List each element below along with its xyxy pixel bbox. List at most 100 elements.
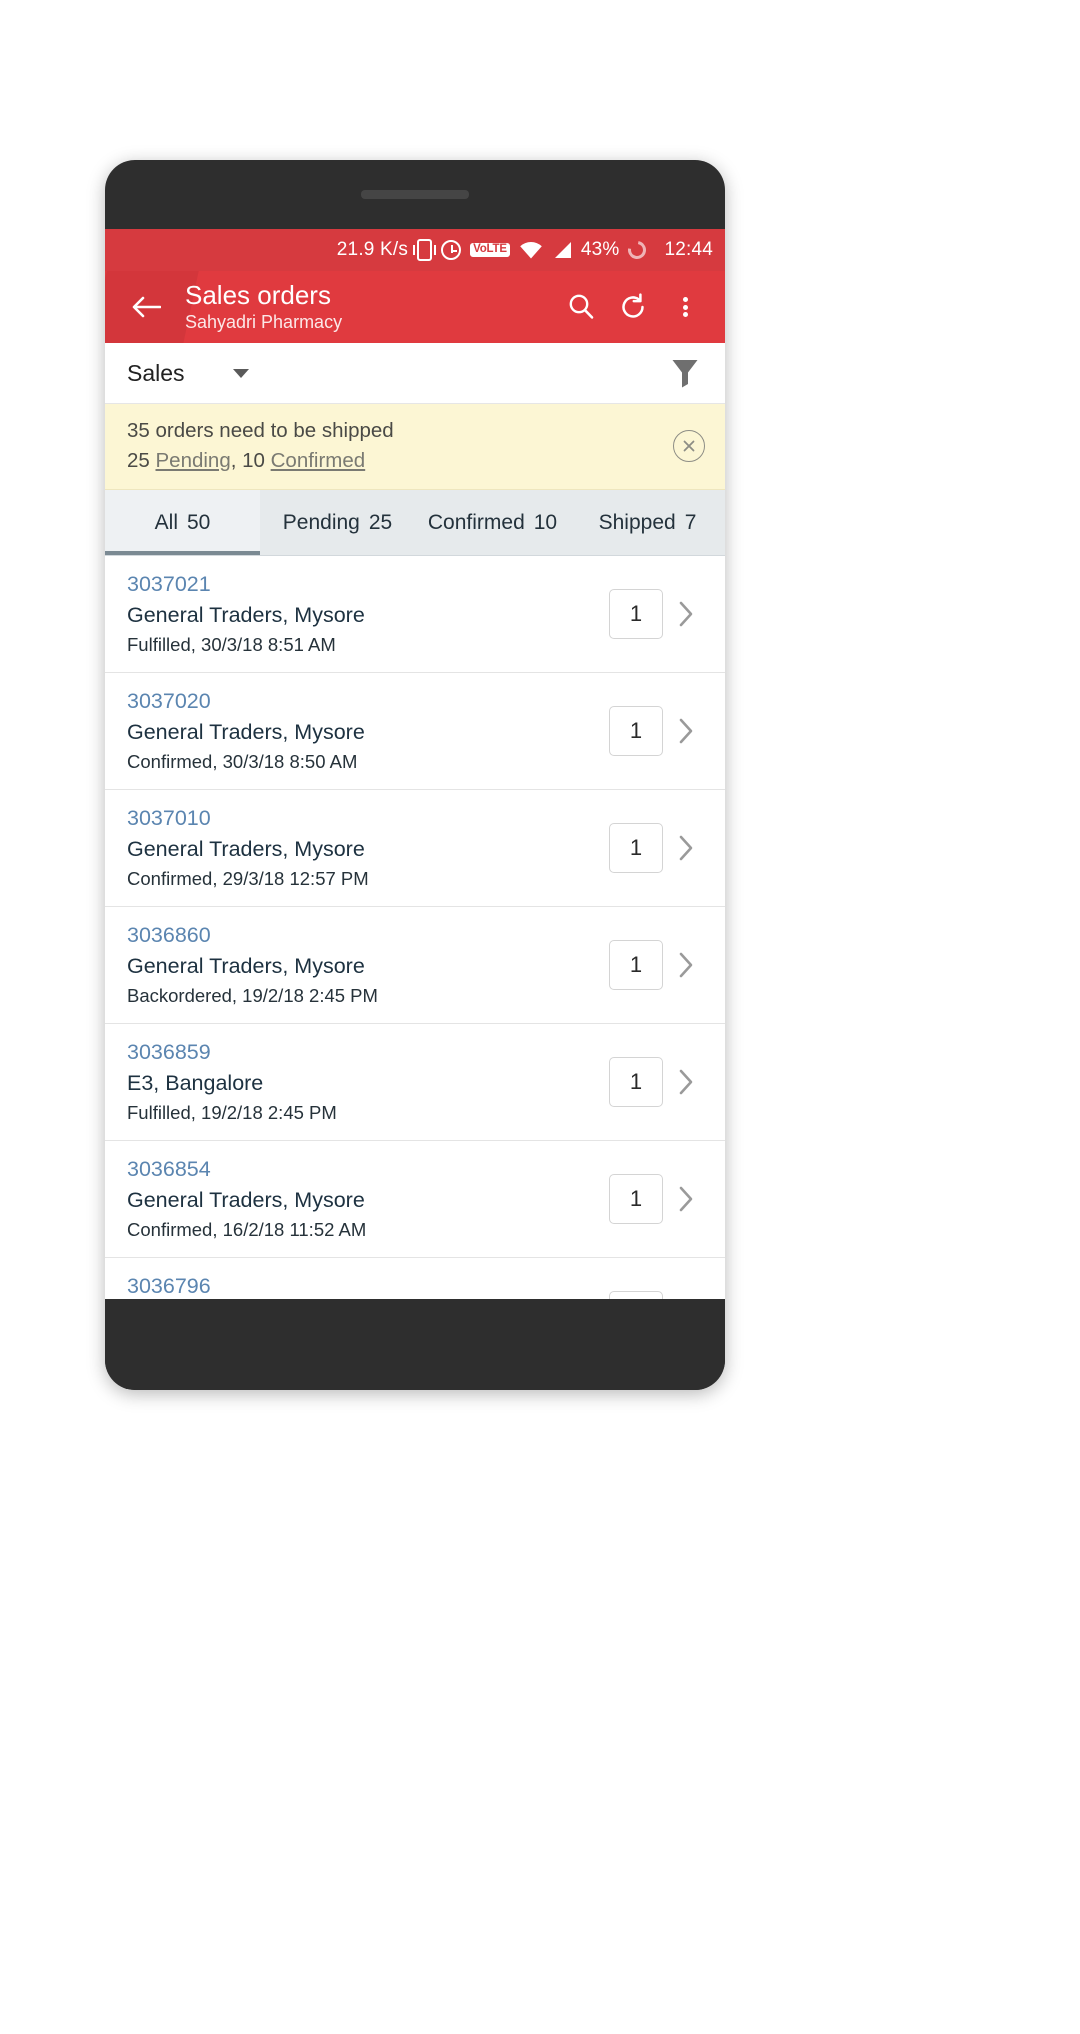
order-quantity[interactable]: 1 <box>609 1057 663 1108</box>
search-icon <box>569 294 594 319</box>
close-icon <box>683 440 695 452</box>
filter-bar: Sales <box>105 343 725 404</box>
phone-frame: 21.9 K/s VoLTE 43% 12:44 Sales orders Sa… <box>105 160 725 1390</box>
order-number[interactable]: 3037010 <box>127 804 609 833</box>
chevron-right-icon <box>679 836 693 861</box>
order-open-button[interactable] <box>663 1067 709 1097</box>
order-party: General Traders, Mysore <box>127 720 365 745</box>
chevron-right-icon <box>679 1070 693 1095</box>
status-tabs: All 50 Pending 25 Confirmed 10 Shipped 7 <box>105 490 725 557</box>
order-status: Confirmed, 29/3/18 12:57 PM <box>127 868 369 890</box>
status-bar: 21.9 K/s VoLTE 43% 12:44 <box>105 229 725 271</box>
notice-pending-link[interactable]: Pending <box>156 449 231 472</box>
order-details: 3037020 General Traders, Mysore Confirme… <box>127 687 609 775</box>
app-bar: Sales orders Sahyadri Pharmacy <box>105 271 725 343</box>
back-button[interactable] <box>123 284 169 330</box>
table-row[interactable]: 3036796 Zindal Dispensary, Haridwar Ship… <box>105 1258 725 1299</box>
tab-confirmed-label: Confirmed <box>427 510 525 534</box>
order-quantity[interactable]: 1 <box>609 1174 663 1225</box>
network-speed-label: 21.9 K/s <box>336 239 409 260</box>
filter-funnel-icon <box>672 360 698 388</box>
earpiece-speaker <box>361 190 469 199</box>
shipping-notice-banner: 35 orders need to be shipped 25 Pending,… <box>105 404 725 491</box>
order-quantity[interactable]: 1 <box>609 589 663 640</box>
refresh-button[interactable] <box>607 281 659 333</box>
tab-pending-label: Pending <box>282 510 360 534</box>
overflow-menu-button[interactable] <box>659 281 711 333</box>
cellular-signal-icon <box>552 241 572 259</box>
order-quantity[interactable]: 1 <box>609 940 663 991</box>
module-dropdown-label: Sales <box>127 359 185 386</box>
refresh-icon <box>622 293 644 318</box>
back-arrow-icon <box>132 296 161 318</box>
order-status: Fulfilled, 19/2/18 2:45 PM <box>127 1102 337 1124</box>
table-row[interactable]: 3037010 General Traders, Mysore Confirme… <box>105 790 725 908</box>
order-status: Confirmed, 30/3/18 8:50 AM <box>127 751 358 773</box>
order-list[interactable]: 3037021 General Traders, Mysore Fulfille… <box>105 556 725 1299</box>
order-open-button[interactable] <box>663 716 709 746</box>
order-open-button[interactable] <box>663 599 709 629</box>
wifi-icon <box>519 241 543 259</box>
notice-text: 35 orders need to be shipped 25 Pending,… <box>127 417 663 474</box>
table-row[interactable]: 3037021 General Traders, Mysore Fulfille… <box>105 556 725 674</box>
tab-all-count: 50 <box>186 510 211 534</box>
tab-confirmed[interactable]: Confirmed 10 <box>415 490 570 555</box>
order-party: General Traders, Mysore <box>127 1188 365 1213</box>
chevron-right-icon <box>679 953 693 978</box>
order-quantity[interactable]: 1 <box>609 1291 663 1299</box>
order-party: General Traders, Mysore <box>127 603 365 628</box>
alarm-icon <box>441 240 462 260</box>
clock: 12:44 <box>655 239 713 261</box>
battery-saver-icon <box>624 237 650 263</box>
order-number[interactable]: 3037020 <box>127 687 609 716</box>
tab-pending-count: 25 <box>368 510 393 534</box>
order-details: 3037010 General Traders, Mysore Confirme… <box>127 804 609 892</box>
module-dropdown[interactable]: Sales <box>127 360 249 387</box>
notice-pending-count: 25 <box>127 448 156 472</box>
order-details: 3036860 General Traders, Mysore Backorde… <box>127 921 609 1009</box>
table-row[interactable]: 3036860 General Traders, Mysore Backorde… <box>105 907 725 1025</box>
order-quantity[interactable]: 1 <box>609 706 663 757</box>
order-party: E3, Bangalore <box>127 1071 264 1096</box>
volte-label: VoLTE <box>470 242 510 258</box>
notice-close-button[interactable] <box>673 429 705 462</box>
volte-icon: VoLTE <box>470 242 510 258</box>
notice-confirmed-count: , 10 <box>230 448 271 472</box>
navigation-bar <box>105 1299 725 1390</box>
order-number[interactable]: 3037021 <box>127 570 609 599</box>
order-open-button[interactable] <box>663 950 709 980</box>
table-row[interactable]: 3036854 General Traders, Mysore Confirme… <box>105 1141 725 1259</box>
tab-pending[interactable]: Pending 25 <box>260 490 415 555</box>
notice-confirmed-link[interactable]: Confirmed <box>271 449 366 472</box>
search-button[interactable] <box>555 281 607 333</box>
app-bar-titles: Sales orders Sahyadri Pharmacy <box>185 280 555 334</box>
order-status: Fulfilled, 30/3/18 8:51 AM <box>127 634 336 656</box>
order-party: General Traders, Mysore <box>127 954 365 979</box>
clock-label: 12:44 <box>664 239 713 260</box>
tab-all[interactable]: All 50 <box>105 490 260 556</box>
tab-shipped[interactable]: Shipped 7 <box>570 490 725 555</box>
order-open-button[interactable] <box>663 833 709 863</box>
tab-confirmed-count: 10 <box>533 510 558 534</box>
order-open-button[interactable] <box>663 1184 709 1214</box>
order-number[interactable]: 3036859 <box>127 1038 609 1067</box>
filter-button[interactable] <box>663 351 707 395</box>
order-number[interactable]: 3036860 <box>127 921 609 950</box>
tab-all-label: All <box>154 510 178 534</box>
notice-line-1: 35 orders need to be shipped <box>127 419 394 442</box>
order-details: 3037021 General Traders, Mysore Fulfille… <box>127 570 609 658</box>
table-row[interactable]: 3037020 General Traders, Mysore Confirme… <box>105 673 725 791</box>
overflow-menu-icon <box>682 295 688 320</box>
order-details: 3036854 General Traders, Mysore Confirme… <box>127 1155 609 1243</box>
tab-shipped-count: 7 <box>684 510 697 534</box>
order-quantity[interactable]: 1 <box>609 823 663 874</box>
chevron-right-icon <box>679 719 693 744</box>
order-details: 3036796 Zindal Dispensary, Haridwar Ship… <box>127 1272 609 1299</box>
order-number[interactable]: 3036854 <box>127 1155 609 1184</box>
chevron-right-icon <box>679 602 693 627</box>
tab-shipped-label: Shipped <box>598 510 676 534</box>
table-row[interactable]: 3036859 E3, Bangalore Fulfilled, 19/2/18… <box>105 1024 725 1142</box>
order-number[interactable]: 3036796 <box>127 1272 609 1299</box>
order-status: Backordered, 19/2/18 2:45 PM <box>127 985 378 1007</box>
network-speed: 21.9 K/s <box>337 239 408 261</box>
